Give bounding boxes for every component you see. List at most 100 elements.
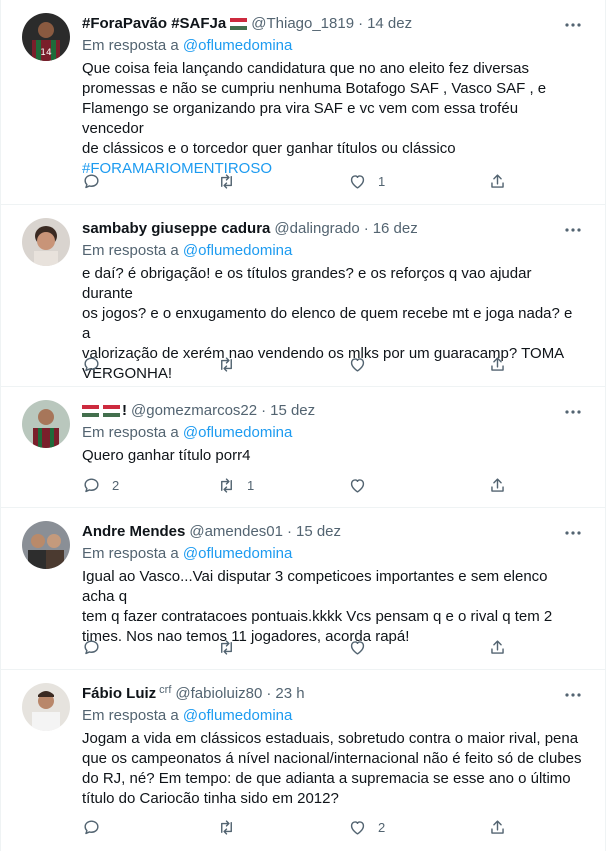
separator-dot: · (363, 220, 369, 237)
replying-to-mention[interactable]: @oflumedomina (183, 424, 292, 441)
share-icon (488, 172, 507, 191)
reply-icon (82, 355, 101, 374)
retweet-button[interactable] (217, 170, 247, 192)
separator-dot: · (261, 402, 267, 419)
retweet-button[interactable] (217, 353, 247, 375)
share-button[interactable] (488, 474, 507, 496)
replying-to-mention[interactable]: @oflumedomina (183, 707, 292, 724)
separator-dot: · (266, 685, 272, 702)
tweet-text: Igual ao Vasco...Vai disputar 3 competic… (82, 568, 553, 645)
heart-icon (348, 638, 367, 657)
timestamp[interactable]: 23 h (275, 684, 304, 704)
replying-to-mention[interactable]: @oflumedomina (183, 37, 292, 54)
share-button[interactable] (488, 353, 507, 375)
more-options-icon[interactable] (562, 524, 584, 542)
retweet-button[interactable] (217, 816, 247, 838)
replying-prefix: Em resposta a (82, 545, 183, 562)
like-button[interactable] (348, 636, 378, 658)
like-button[interactable] (348, 353, 378, 375)
heart-icon (348, 818, 367, 837)
replying-prefix: Em resposta a (82, 707, 183, 724)
more-options-icon[interactable] (562, 686, 584, 704)
hungary-flag-icon (103, 405, 120, 417)
reply-button[interactable] (82, 816, 112, 838)
retweet-button[interactable]: 1 (217, 474, 254, 496)
tweet-text: Que coisa feia lançando candidatura que … (82, 60, 547, 157)
tweet-actions: 2 1 (82, 474, 512, 496)
timestamp[interactable]: 15 dez (296, 522, 341, 542)
like-count: 1 (378, 173, 386, 189)
avatar[interactable] (22, 521, 70, 569)
share-button[interactable] (488, 636, 507, 658)
reply-icon (82, 172, 101, 191)
username[interactable]: @dalingrado (274, 219, 359, 239)
retweet-button[interactable] (217, 636, 247, 658)
tweet-actions (82, 353, 512, 375)
replying-to: Em resposta a @oflumedomina (82, 36, 590, 56)
svg-text:14: 14 (40, 48, 52, 58)
hungary-flag-icon (230, 18, 248, 30)
like-button[interactable]: 2 (348, 816, 385, 838)
reply-button[interactable] (82, 636, 112, 658)
tweet[interactable]: sambaby giuseppe cadura @dalingrado · 16… (1, 205, 606, 387)
username[interactable]: @Thiago_1819 (251, 14, 354, 34)
like-button[interactable]: 1 (348, 170, 385, 192)
tweet[interactable]: 14 #ForaPavão #SAFJa @Thiago_1819 · 14 d… (1, 0, 606, 205)
replying-to: Em resposta a @oflumedomina (82, 706, 590, 726)
tweet[interactable]: ! @gomezmarcos22 · 15 dez Em resposta a … (1, 387, 606, 508)
heart-icon (348, 476, 367, 495)
retweet-icon (217, 476, 236, 495)
share-button[interactable] (488, 170, 507, 192)
display-name[interactable]: Fábio Luiz (82, 684, 156, 704)
like-button[interactable] (348, 474, 378, 496)
username[interactable]: @amendes01 (189, 522, 283, 542)
retweet-icon (217, 355, 236, 374)
retweet-count: 1 (247, 477, 255, 493)
replying-to-mention[interactable]: @oflumedomina (183, 545, 292, 562)
avatar[interactable] (22, 683, 70, 731)
avatar[interactable]: 14 (22, 13, 70, 61)
tweet[interactable]: Andre Mendes @amendes01 · 15 dez Em resp… (1, 508, 606, 670)
more-options-icon[interactable] (562, 221, 584, 239)
more-options-icon[interactable] (562, 403, 584, 421)
reply-count: 2 (112, 477, 120, 493)
display-name[interactable]: #ForaPavão #SAFJa (82, 14, 226, 34)
replying-prefix: Em resposta a (82, 37, 183, 54)
timestamp[interactable]: 16 dez (373, 219, 418, 239)
heart-icon (348, 355, 367, 374)
tweet-actions (82, 636, 512, 658)
heart-icon (348, 172, 367, 191)
reply-button[interactable]: 2 (82, 474, 119, 496)
replying-to: Em resposta a @oflumedomina (82, 423, 590, 443)
username[interactable]: @gomezmarcos22 (131, 401, 257, 421)
like-count: 2 (378, 819, 386, 835)
separator-dot: · (358, 15, 364, 32)
username[interactable]: @fabioluiz80 (175, 684, 262, 704)
avatar[interactable] (22, 218, 70, 266)
name-emblem: crf (159, 684, 172, 696)
reply-button[interactable] (82, 170, 112, 192)
timestamp[interactable]: 15 dez (270, 401, 315, 421)
share-button[interactable] (488, 816, 507, 838)
replying-prefix: Em resposta a (82, 424, 183, 441)
share-icon (488, 638, 507, 657)
tweet[interactable]: Fábio Luiz crf @fabioluiz80 · 23 h Em re… (1, 670, 606, 851)
reply-icon (82, 638, 101, 657)
more-options-icon[interactable] (562, 16, 584, 34)
separator-dot: · (286, 523, 292, 540)
avatar[interactable] (22, 400, 70, 448)
display-name[interactable]: sambaby giuseppe cadura (82, 219, 270, 239)
retweet-icon (217, 638, 236, 657)
tweet-text: Jogam a vida em clássicos estaduais, sob… (82, 730, 582, 807)
tweet-actions: 2 (82, 816, 512, 838)
reply-icon (82, 818, 101, 837)
tweet-actions: 1 (82, 170, 512, 192)
retweet-icon (217, 818, 236, 837)
display-name[interactable]: Andre Mendes (82, 522, 185, 542)
display-name[interactable]: ! (122, 401, 127, 421)
replying-to-mention[interactable]: @oflumedomina (183, 242, 292, 259)
replying-to: Em resposta a @oflumedomina (82, 241, 590, 261)
reply-button[interactable] (82, 353, 112, 375)
timestamp[interactable]: 14 dez (367, 14, 412, 34)
replying-prefix: Em resposta a (82, 242, 183, 259)
